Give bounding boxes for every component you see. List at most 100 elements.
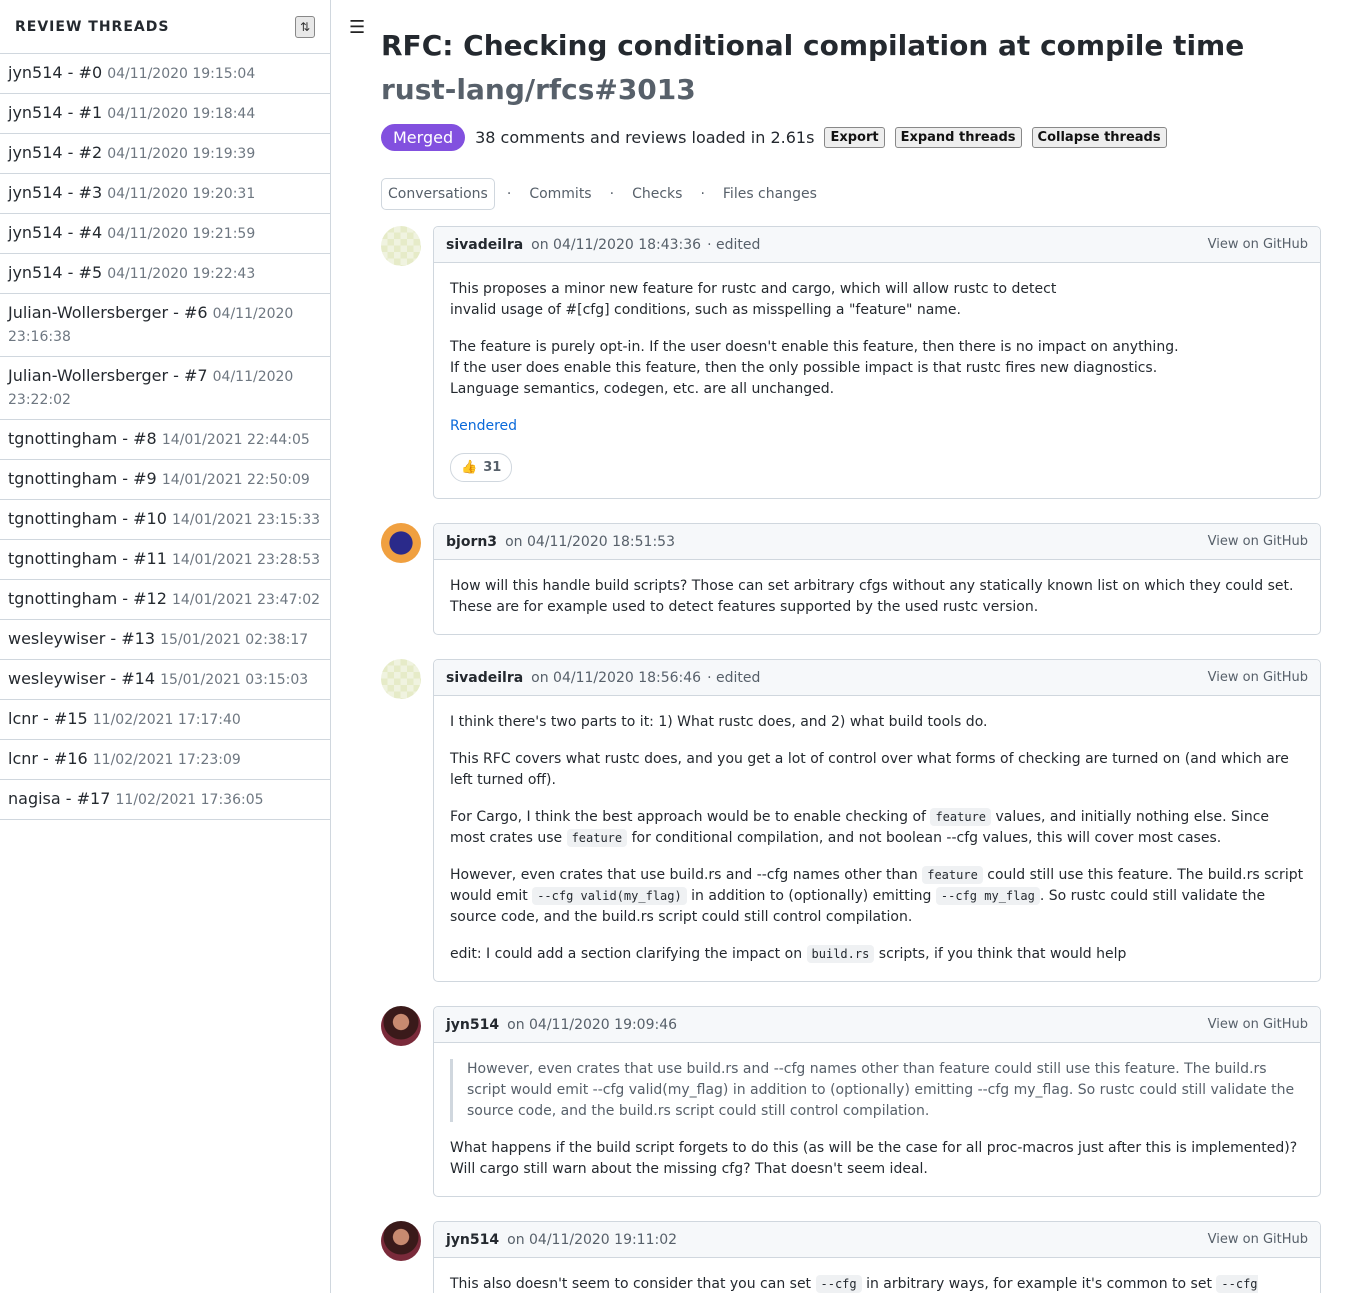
comment-header: sivadeilra on 04/11/2020 18:43:36 · edit…	[434, 227, 1320, 263]
inline-code: feature	[566, 829, 628, 847]
comment-author[interactable]: jyn514	[446, 1017, 499, 1033]
thread-date: 14/01/2021 22:44:05	[161, 432, 310, 448]
thread-author: wesleywiser - #14	[8, 669, 156, 688]
tab-conversations[interactable]: Conversations	[381, 178, 495, 210]
thread-item[interactable]: jyn514 - #5 04/11/2020 19:22:43	[0, 254, 330, 294]
thread-item[interactable]: tgnottingham - #11 14/01/2021 23:28:53	[0, 540, 330, 580]
inline-code: --cfg valid(my_flag)	[532, 887, 687, 905]
comment-author[interactable]: jyn514	[446, 1232, 499, 1248]
tab-commits[interactable]: Commits	[523, 179, 597, 209]
comment-body: However, even crates that use build.rs a…	[434, 1043, 1320, 1196]
thumbs-up-reaction[interactable]: 👍 31	[450, 453, 513, 482]
view-on-github-link[interactable]: View on GitHub	[1208, 1017, 1308, 1032]
text-run: However, even crates that use build.rs a…	[450, 867, 918, 883]
collapse-threads-button[interactable]: Collapse threads	[1031, 127, 1167, 148]
tab-separator: ·	[506, 186, 512, 202]
rendered-link[interactable]: Rendered	[450, 418, 517, 434]
thread-item[interactable]: lcnr - #15 11/02/2021 17:17:40	[0, 700, 330, 740]
comment-paragraph: For Cargo, I think the best approach wou…	[450, 807, 1304, 849]
thread-item[interactable]: wesleywiser - #14 15/01/2021 03:15:03	[0, 660, 330, 700]
comment: bjorn3 on 04/11/2020 18:51:53 View on Gi…	[381, 523, 1321, 635]
thread-item[interactable]: jyn514 - #3 04/11/2020 19:20:31	[0, 174, 330, 214]
thread-item[interactable]: jyn514 - #0 04/11/2020 19:15:04	[0, 54, 330, 94]
thread-item[interactable]: wesleywiser - #13 15/01/2021 02:38:17	[0, 620, 330, 660]
menu-icon[interactable]: ☰	[349, 17, 365, 38]
text-run: in arbitrary ways, for example it's comm…	[866, 1276, 1212, 1292]
thread-item[interactable]: lcnr - #16 11/02/2021 17:23:09	[0, 740, 330, 780]
thread-author: tgnottingham - #10	[8, 509, 167, 528]
comment-card: bjorn3 on 04/11/2020 18:51:53 View on Gi…	[433, 523, 1321, 635]
thread-item[interactable]: Julian-Wollersberger - #7 04/11/2020 23:…	[0, 357, 330, 420]
thread-author: lcnr - #16	[8, 749, 88, 768]
text-run: edit: I could add a section clarifying t…	[450, 946, 803, 962]
avatar[interactable]	[381, 523, 421, 563]
view-on-github-link[interactable]: View on GitHub	[1208, 1232, 1308, 1247]
thread-item[interactable]: jyn514 - #1 04/11/2020 19:18:44	[0, 94, 330, 134]
comment-header: jyn514 on 04/11/2020 19:09:46 View on Gi…	[434, 1007, 1320, 1043]
thread-item[interactable]: tgnottingham - #10 14/01/2021 23:15:33	[0, 500, 330, 540]
avatar[interactable]	[381, 659, 421, 699]
repo-link[interactable]: rust-lang/rfcs#3013	[381, 73, 696, 106]
text-run: in addition to (optionally) emitting	[691, 888, 932, 904]
inline-code: feature	[930, 808, 992, 826]
thread-date: 04/11/2020 19:20:31	[107, 186, 256, 202]
comment-author[interactable]: sivadeilra	[446, 670, 523, 686]
comment-card: sivadeilra on 04/11/2020 18:56:46 · edit…	[433, 659, 1321, 982]
comment-paragraph: edit: I could add a section clarifying t…	[450, 944, 1304, 965]
status-badge: Merged	[381, 124, 466, 151]
tab-checks[interactable]: Checks	[626, 179, 688, 209]
thread-author: tgnottingham - #12	[8, 589, 167, 608]
comment-author[interactable]: sivadeilra	[446, 237, 523, 253]
edited-marker[interactable]: · edited	[707, 237, 760, 253]
thread-item[interactable]: tgnottingham - #12 14/01/2021 23:47:02	[0, 580, 330, 620]
thread-author: Julian-Wollersberger - #6	[8, 303, 208, 322]
avatar[interactable]	[381, 226, 421, 266]
thread-item[interactable]: jyn514 - #2 04/11/2020 19:19:39	[0, 134, 330, 174]
thread-author: tgnottingham - #9	[8, 469, 157, 488]
tab-separator: ·	[700, 186, 705, 202]
thread-date: 15/01/2021 02:38:17	[160, 632, 309, 648]
export-button[interactable]: Export	[824, 127, 885, 148]
comment-paragraph: This RFC covers what rustc does, and you…	[450, 751, 1289, 788]
thread-item[interactable]: Julian-Wollersberger - #6 04/11/2020 23:…	[0, 294, 330, 357]
text-line: If the user does enable this feature, th…	[450, 360, 1158, 376]
avatar[interactable]	[381, 1006, 421, 1046]
comment: jyn514 on 04/11/2020 19:11:02 View on Gi…	[381, 1221, 1321, 1293]
thread-item[interactable]: tgnottingham - #9 14/01/2021 22:50:09	[0, 460, 330, 500]
comment-card: sivadeilra on 04/11/2020 18:43:36 · edit…	[433, 226, 1321, 499]
comment-paragraph: I think there's two parts to it: 1) What…	[450, 714, 988, 730]
comment-paragraph: This also doesn't seem to consider that …	[450, 1274, 1304, 1293]
main-content: ☰ RFC: Checking conditional compilation …	[331, 0, 1370, 1293]
view-on-github-link[interactable]: View on GitHub	[1208, 237, 1308, 252]
expand-threads-button[interactable]: Expand threads	[894, 127, 1022, 148]
thread-author: lcnr - #15	[8, 709, 88, 728]
text-line: This proposes a minor new feature for ru…	[450, 281, 1057, 297]
pr-title: RFC: Checking conditional compilation at…	[381, 29, 1245, 62]
thread-author: jyn514 - #4	[8, 223, 103, 242]
thread-item[interactable]: jyn514 - #4 04/11/2020 19:21:59	[0, 214, 330, 254]
comment: sivadeilra on 04/11/2020 18:56:46 · edit…	[381, 659, 1321, 982]
thread-date: 14/01/2021 23:28:53	[171, 552, 321, 568]
text-run: scripts, if you think that would help	[878, 946, 1127, 962]
comment-paragraph: What happens if the build script forgets…	[450, 1140, 1298, 1177]
comment-paragraph: How will this handle build scripts? Thos…	[450, 578, 1294, 615]
thread-author: jyn514 - #3	[8, 183, 103, 202]
thread-author: jyn514 - #0	[8, 63, 103, 82]
thread-item[interactable]: tgnottingham - #8 14/01/2021 22:44:05	[0, 420, 330, 460]
comment-paragraph: Rendered	[450, 416, 1304, 437]
tab-files-changes[interactable]: Files changes	[717, 179, 823, 209]
load-summary: 38 comments and reviews loaded in 2.61s	[475, 128, 815, 147]
sidebar-title: REVIEW THREADS	[15, 18, 170, 35]
avatar[interactable]	[381, 1221, 421, 1261]
thread-author: wesleywiser - #13	[8, 629, 156, 648]
comment-author[interactable]: bjorn3	[446, 534, 497, 550]
sort-icon[interactable]: ⇅	[295, 15, 315, 38]
thread-item[interactable]: nagisa - #17 11/02/2021 17:36:05	[0, 780, 330, 820]
comment-card: jyn514 on 04/11/2020 19:09:46 View on Gi…	[433, 1006, 1321, 1197]
edited-marker[interactable]: · edited	[707, 670, 760, 686]
thread-date: 04/11/2020 19:18:44	[107, 106, 256, 122]
thread-author: jyn514 - #5	[8, 263, 103, 282]
view-on-github-link[interactable]: View on GitHub	[1208, 670, 1308, 685]
view-on-github-link[interactable]: View on GitHub	[1208, 534, 1308, 549]
thread-author: nagisa - #17	[8, 789, 111, 808]
